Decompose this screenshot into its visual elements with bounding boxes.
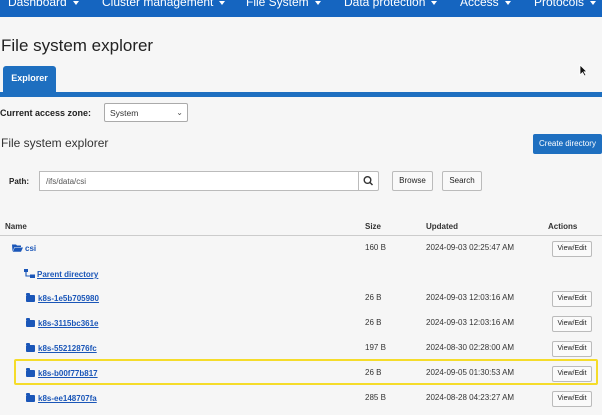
caret-down-icon: [72, 0, 79, 5]
view-edit-button[interactable]: View/Edit: [552, 316, 592, 332]
folder-open-icon: [12, 244, 23, 252]
column-actions: Actions: [548, 222, 578, 231]
tab-bar: Explorer: [0, 66, 602, 97]
row-updated: 2024-09-03 02:25:47 AM: [426, 243, 515, 252]
folder-icon: [26, 393, 35, 402]
folder-name[interactable]: csi: [25, 244, 36, 253]
nav-cluster-management-label: Cluster management: [102, 0, 214, 9]
view-edit-button[interactable]: View/Edit: [552, 341, 592, 357]
row-size: 197 B: [365, 343, 386, 352]
row-updated: 2024-09-03 12:03:16 AM: [426, 293, 515, 302]
row-updated: 2024-08-30 02:28:00 AM: [426, 343, 515, 352]
top-nav: Dashboard Cluster management File System…: [0, 0, 602, 17]
row-name-cell: k8s-55212876fc: [26, 343, 97, 353]
folder-link[interactable]: k8s-ee148707fa: [38, 394, 97, 403]
nav-data-protection[interactable]: Data protection: [344, 0, 438, 9]
folder-link[interactable]: k8s-55212876fc: [38, 344, 97, 353]
table-row: csi 160 B 2024-09-03 02:25:47 AM View/Ed…: [0, 237, 602, 262]
parent-directory-link[interactable]: Parent directory: [37, 270, 98, 279]
row-name-cell: k8s-1e5b705980: [26, 293, 99, 303]
view-edit-button[interactable]: View/Edit: [552, 291, 592, 307]
row-size: 26 B: [365, 318, 382, 327]
section-title: File system explorer: [1, 136, 109, 150]
create-directory-button[interactable]: Create directory: [533, 134, 602, 154]
tab-explorer[interactable]: Explorer: [3, 66, 56, 93]
table-row: k8s-3115bc361e 26 B 2024-09-03 12:03:16 …: [0, 312, 602, 337]
row-name-cell: csi: [12, 244, 36, 253]
nav-cluster-management[interactable]: Cluster management: [102, 0, 226, 9]
search-button[interactable]: Search: [442, 171, 482, 191]
folder-icon: [26, 293, 35, 302]
nav-file-system-label: File System: [246, 0, 309, 9]
row-name-cell: k8s-ee148707fa: [26, 393, 97, 403]
path-search-button[interactable]: [358, 171, 379, 191]
parent-directory-icon: [24, 269, 35, 278]
access-zone-select[interactable]: System ⌄: [104, 103, 188, 122]
caret-down-icon: [314, 0, 321, 5]
row-size: 160 B: [365, 243, 386, 252]
nav-dashboard[interactable]: Dashboard: [8, 0, 79, 9]
nav-access[interactable]: Access: [460, 0, 511, 9]
path-input[interactable]: /ifs/data/csi: [39, 171, 359, 191]
tab-underline: [0, 92, 602, 97]
nav-data-protection-label: Data protection: [344, 0, 426, 9]
nav-protocols-label: Protocols: [534, 0, 585, 9]
folder-link[interactable]: k8s-3115bc361e: [38, 319, 99, 328]
view-edit-button[interactable]: View/Edit: [552, 241, 592, 257]
row-name-cell: Parent directory: [24, 269, 98, 279]
folder-link[interactable]: k8s-1e5b705980: [38, 294, 99, 303]
row-size: 26 B: [365, 293, 382, 302]
table-row: k8s-ee148707fa 285 B 2024-08-28 04:23:27…: [0, 387, 602, 412]
path-label: Path:: [9, 177, 29, 186]
nav-dashboard-label: Dashboard: [8, 0, 67, 9]
column-updated: Updated: [426, 222, 458, 231]
access-zone-value: System: [110, 108, 139, 118]
row-updated: 2024-08-28 04:23:27 AM: [426, 393, 515, 402]
folder-icon: [26, 318, 35, 327]
nav-access-label: Access: [460, 0, 499, 9]
table-row: Parent directory: [0, 262, 602, 287]
table-row: k8s-1e5b705980 26 B 2024-09-03 12:03:16 …: [0, 287, 602, 312]
access-zone-label: Current access zone:: [0, 108, 92, 118]
column-name: Name: [5, 222, 27, 231]
folder-icon: [26, 343, 35, 352]
nav-protocols[interactable]: Protocols: [534, 0, 597, 9]
browse-button[interactable]: Browse: [392, 171, 433, 191]
page-title: File system explorer: [1, 36, 154, 55]
caret-down-icon: [590, 0, 597, 5]
search-icon: [363, 175, 374, 186]
caret-down-icon: [431, 0, 438, 5]
table-header: Name Size Updated Actions: [0, 219, 602, 236]
row-highlight-box: [14, 359, 598, 385]
caret-down-icon: [219, 0, 226, 5]
row-name-cell: k8s-3115bc361e: [26, 318, 99, 328]
nav-file-system[interactable]: File System: [246, 0, 321, 9]
column-size: Size: [365, 222, 382, 231]
view-edit-button[interactable]: View/Edit: [552, 391, 592, 407]
chevron-down-icon: ⌄: [176, 108, 183, 117]
row-size: 285 B: [365, 393, 386, 402]
row-updated: 2024-09-03 12:03:16 AM: [426, 318, 515, 327]
caret-down-icon: [504, 0, 511, 5]
